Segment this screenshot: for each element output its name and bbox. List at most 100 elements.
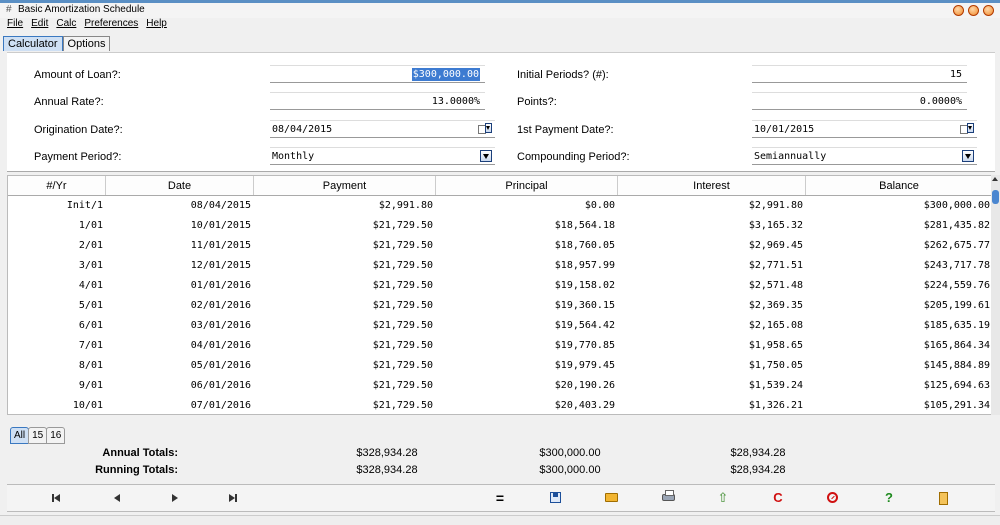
menu-bar: File Edit Calc Preferences Help bbox=[0, 18, 1000, 33]
maximize-button[interactable] bbox=[968, 5, 979, 16]
open-icon[interactable] bbox=[605, 493, 618, 502]
chevron-down-icon[interactable] bbox=[962, 150, 974, 162]
print-icon[interactable] bbox=[662, 490, 675, 501]
minimize-button[interactable] bbox=[953, 5, 964, 16]
amount-field[interactable]: $300,000.00 bbox=[270, 65, 485, 83]
first-payment-label: 1st Payment Date?: bbox=[517, 124, 614, 136]
cell-date: 04/01/2016 bbox=[190, 340, 251, 351]
table-row[interactable]: 1/01 10/01/2015 $21,729.50 $18,564.18 $3… bbox=[8, 216, 991, 236]
cell-period: 9/01 bbox=[78, 380, 103, 391]
table-row[interactable]: Init/1 08/04/2015 $2,991.80 $0.00 $2,991… bbox=[8, 196, 991, 216]
cell-period: 7/01 bbox=[78, 340, 103, 351]
origination-label: Origination Date?: bbox=[34, 124, 123, 136]
menu-file[interactable]: File bbox=[7, 18, 23, 33]
table-scrollbar[interactable] bbox=[991, 175, 1000, 415]
cell-balance: $281,435.82 bbox=[923, 220, 990, 231]
cell-principal: $18,760.05 bbox=[554, 240, 615, 251]
save-icon[interactable] bbox=[550, 492, 561, 503]
menu-preferences[interactable]: Preferences bbox=[84, 18, 138, 33]
cancel-icon[interactable] bbox=[827, 492, 838, 503]
cell-interest: $2,991.80 bbox=[748, 200, 803, 211]
reset-icon[interactable]: C bbox=[771, 491, 785, 505]
prev-icon[interactable] bbox=[110, 491, 124, 505]
cell-payment: $21,729.50 bbox=[372, 240, 433, 251]
window-title: Basic Amortization Schedule bbox=[18, 4, 145, 15]
scroll-up-icon[interactable] bbox=[992, 177, 998, 181]
col-header-balance[interactable]: Balance bbox=[806, 176, 991, 195]
period-tab-all[interactable]: All bbox=[10, 427, 30, 444]
col-header-date[interactable]: Date bbox=[106, 176, 254, 195]
table-row[interactable]: 7/01 04/01/2016 $21,729.50 $19,770.85 $1… bbox=[8, 336, 991, 356]
cell-interest: $2,771.51 bbox=[748, 260, 803, 271]
scroll-thumb[interactable] bbox=[992, 190, 999, 204]
table-row[interactable]: 4/01 01/01/2016 $21,729.50 $19,158.02 $2… bbox=[8, 276, 991, 296]
period-tab-15[interactable]: 15 bbox=[28, 427, 48, 444]
running-payment-total: $328,934.28 bbox=[356, 464, 418, 476]
annual-rate-field[interactable]: 13.0000% bbox=[270, 92, 485, 110]
exit-icon[interactable] bbox=[939, 492, 948, 505]
table-row[interactable]: 3/01 12/01/2015 $21,729.50 $18,957.99 $2… bbox=[8, 256, 991, 276]
table-row[interactable]: 8/01 05/01/2016 $21,729.50 $19,979.45 $1… bbox=[8, 356, 991, 376]
cell-principal: $19,360.15 bbox=[554, 300, 615, 311]
menu-help[interactable]: Help bbox=[146, 18, 167, 33]
cell-principal: $19,564.42 bbox=[554, 320, 615, 331]
close-button[interactable] bbox=[983, 5, 994, 16]
cell-date: 06/01/2016 bbox=[190, 380, 251, 391]
title-bar: # Basic Amortization Schedule bbox=[0, 3, 1000, 18]
cell-interest: $3,165.32 bbox=[748, 220, 803, 231]
status-bar bbox=[0, 515, 1000, 525]
table-row[interactable]: 5/01 02/01/2016 $21,729.50 $19,360.15 $2… bbox=[8, 296, 991, 316]
last-icon[interactable] bbox=[226, 491, 240, 505]
calendar-dropdown-icon[interactable] bbox=[478, 123, 492, 135]
running-totals-row: Running Totals: $328,934.28 $300,000.00 … bbox=[0, 462, 1000, 479]
cell-principal: $19,979.45 bbox=[554, 360, 615, 371]
cell-balance: $105,291.34 bbox=[923, 400, 990, 411]
first-payment-field[interactable]: 10/01/2015 bbox=[752, 120, 977, 138]
first-icon[interactable] bbox=[51, 491, 65, 505]
tab-calculator[interactable]: Calculator bbox=[3, 36, 63, 51]
cell-period: 2/01 bbox=[78, 240, 103, 251]
tab-options[interactable]: Options bbox=[62, 36, 111, 51]
cell-period: 5/01 bbox=[78, 300, 103, 311]
table-row[interactable]: 9/01 06/01/2016 $21,729.50 $20,190.26 $1… bbox=[8, 376, 991, 396]
col-header-interest[interactable]: Interest bbox=[618, 176, 806, 195]
annual-principal-total: $300,000.00 bbox=[539, 447, 601, 459]
cell-principal: $0.00 bbox=[584, 200, 615, 211]
points-field[interactable]: 0.0000% bbox=[752, 92, 967, 110]
initial-periods-field[interactable]: 15 bbox=[752, 65, 967, 83]
cell-balance: $185,635.19 bbox=[923, 320, 990, 331]
col-header-period[interactable]: #/Yr bbox=[8, 176, 106, 195]
calendar-dropdown-icon[interactable] bbox=[960, 123, 974, 135]
cell-interest: $2,369.35 bbox=[748, 300, 803, 311]
help-icon[interactable]: ? bbox=[882, 491, 896, 505]
payment-period-select[interactable]: Monthly bbox=[270, 147, 495, 165]
equals-icon[interactable]: = bbox=[493, 491, 507, 505]
cell-period: 8/01 bbox=[78, 360, 103, 371]
col-header-principal[interactable]: Principal bbox=[436, 176, 618, 195]
amortization-table: #/Yr Date Payment Principal Interest Bal… bbox=[7, 175, 992, 415]
cell-payment: $21,729.50 bbox=[372, 320, 433, 331]
chevron-down-icon[interactable] bbox=[480, 150, 492, 162]
period-tab-16[interactable]: 16 bbox=[46, 427, 66, 444]
cell-date: 08/04/2015 bbox=[190, 200, 251, 211]
annual-totals-label: Annual Totals: bbox=[102, 447, 178, 459]
cell-period: Init/1 bbox=[66, 200, 103, 211]
cell-payment: $21,729.50 bbox=[372, 260, 433, 271]
export-icon[interactable]: ⇧ bbox=[716, 491, 730, 505]
table-row[interactable]: 6/01 03/01/2016 $21,729.50 $19,564.42 $2… bbox=[8, 316, 991, 336]
menu-edit[interactable]: Edit bbox=[31, 18, 48, 33]
col-header-payment[interactable]: Payment bbox=[254, 176, 436, 195]
table-row[interactable]: 2/01 11/01/2015 $21,729.50 $18,760.05 $2… bbox=[8, 236, 991, 256]
cell-period: 1/01 bbox=[78, 220, 103, 231]
cell-payment: $21,729.50 bbox=[372, 380, 433, 391]
cell-interest: $2,165.08 bbox=[748, 320, 803, 331]
next-icon[interactable] bbox=[168, 491, 182, 505]
table-row[interactable]: 10/01 07/01/2016 $21,729.50 $20,403.29 $… bbox=[8, 396, 991, 414]
bottom-toolbar: = ⇧ C ? bbox=[7, 484, 995, 512]
compounding-select[interactable]: Semiannually bbox=[752, 147, 977, 165]
menu-calc[interactable]: Calc bbox=[56, 18, 76, 33]
cell-payment: $2,991.80 bbox=[378, 200, 433, 211]
initial-periods-label: Initial Periods? (#): bbox=[517, 69, 609, 81]
origination-field[interactable]: 08/04/2015 bbox=[270, 120, 495, 138]
cell-principal: $19,158.02 bbox=[554, 280, 615, 291]
